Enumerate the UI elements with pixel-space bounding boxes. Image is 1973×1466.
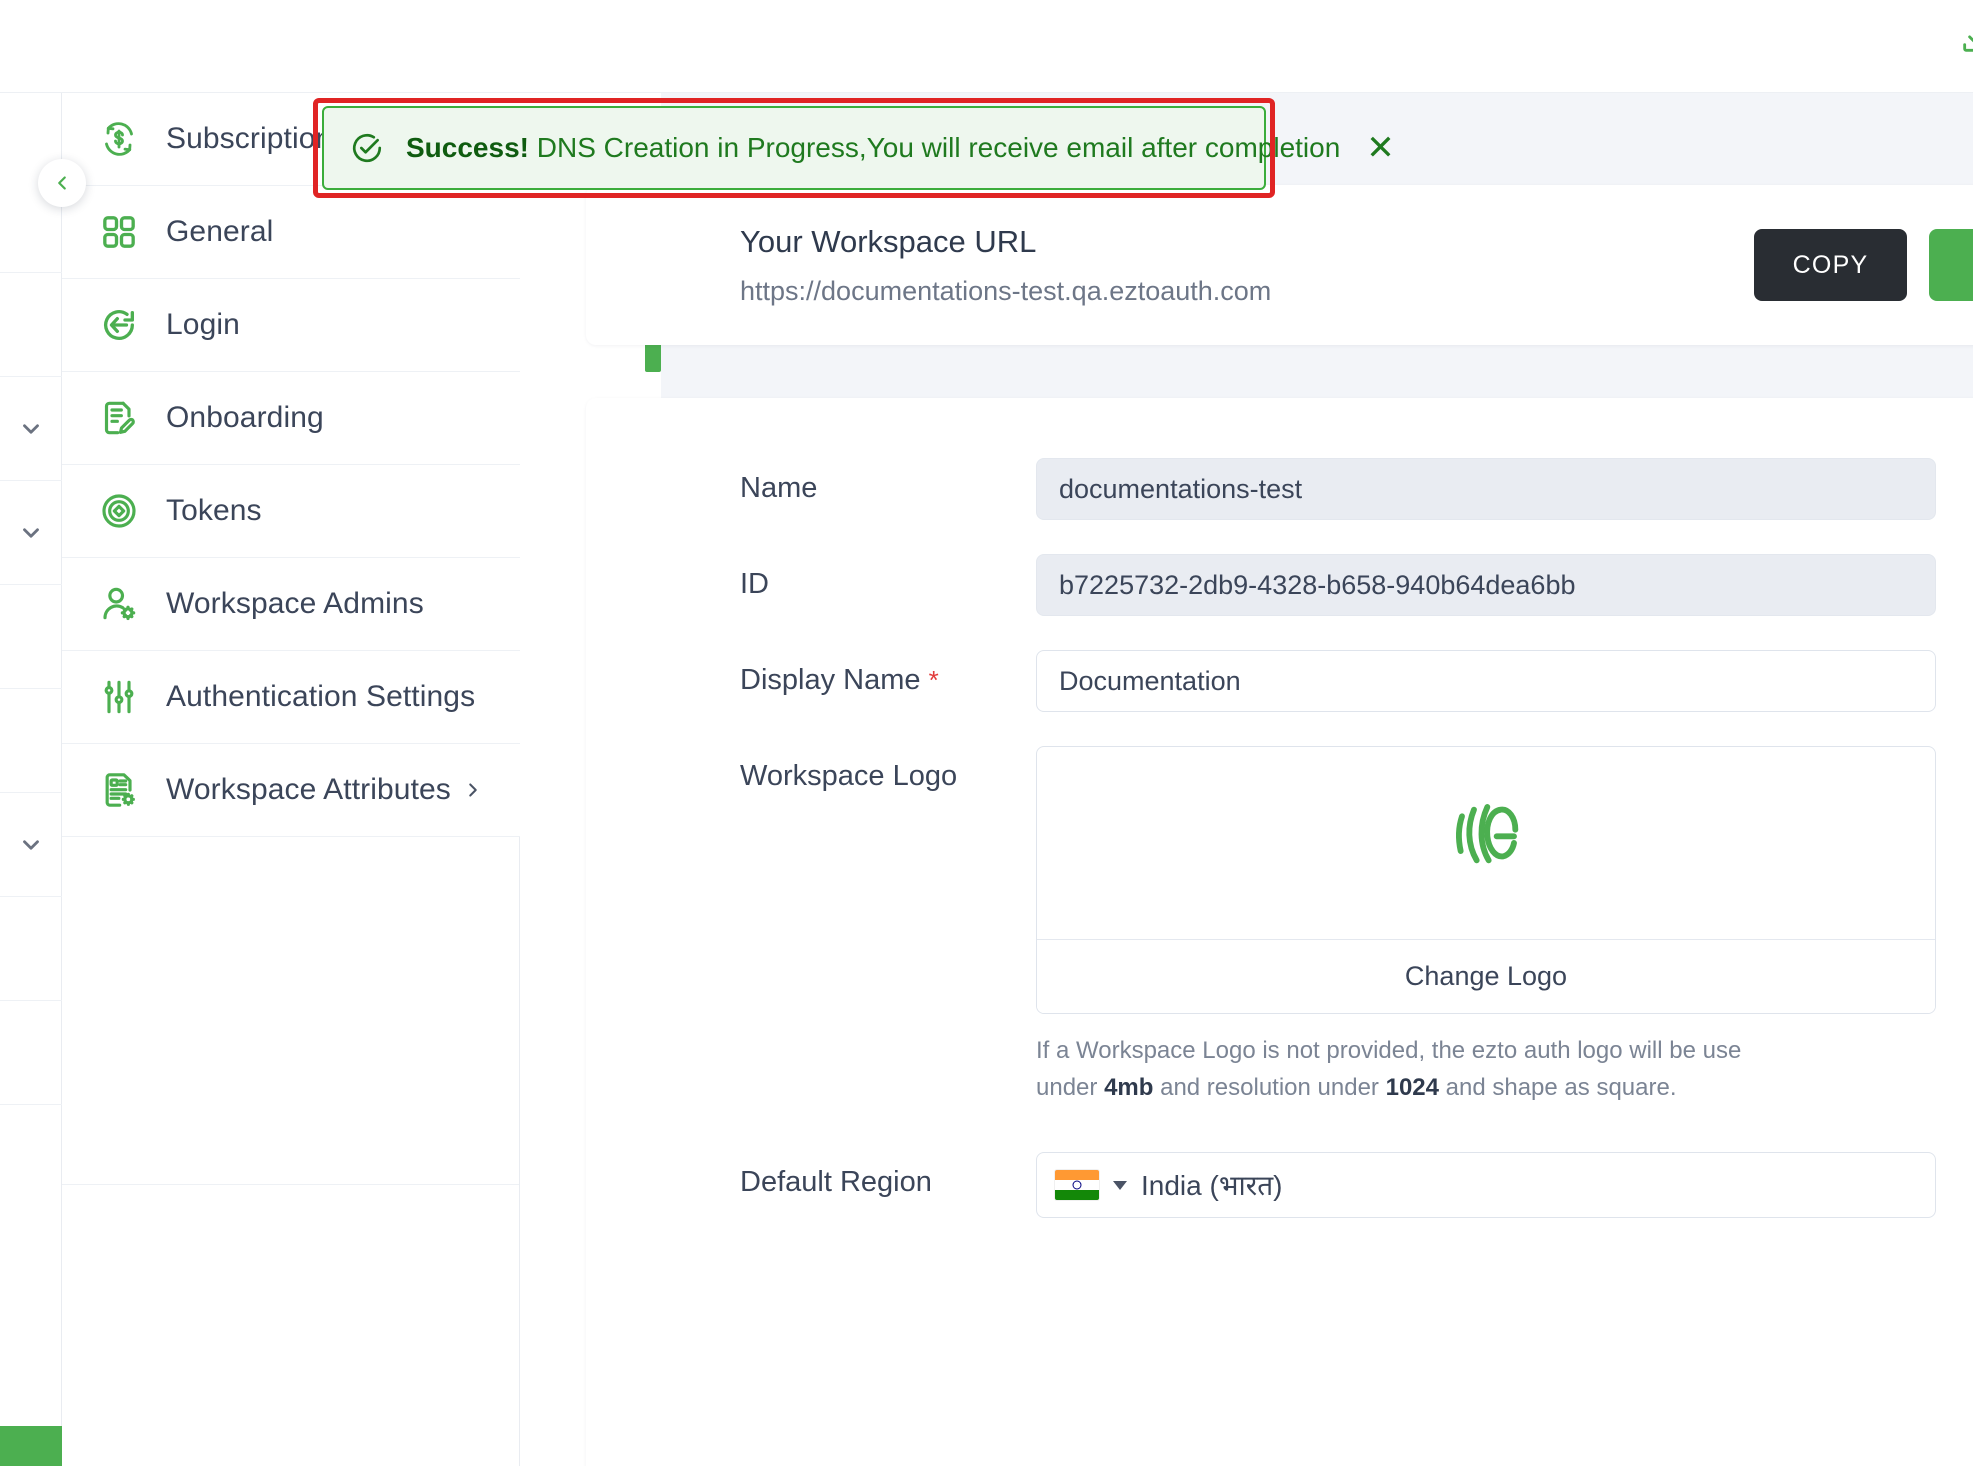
workspace-url-value: https://documentations-test.qa.eztoauth.… bbox=[740, 275, 1272, 306]
sidebar-item-tokens[interactable]: Tokens bbox=[62, 465, 520, 558]
workspace-url-card: Your Workspace URL https://documentation… bbox=[586, 185, 1973, 345]
outer-nav-row[interactable] bbox=[0, 585, 62, 689]
logo-help-resolution: 1024 bbox=[1385, 1074, 1439, 1102]
default-region-value: India (भारत) bbox=[1141, 1170, 1283, 1202]
sidebar-item-general[interactable]: General bbox=[62, 186, 520, 279]
sidebar-item-label: Workspace Admins bbox=[166, 587, 424, 620]
sidebar-item-onboarding[interactable]: Onboarding bbox=[62, 372, 520, 465]
required-asterisk: * bbox=[928, 665, 939, 695]
toast-title: Success! bbox=[406, 132, 529, 163]
chevron-down-icon bbox=[23, 839, 39, 850]
id-label: ID bbox=[740, 568, 769, 600]
id-input: b7225732-2db9-4328-b658-940b64dea6bb bbox=[1036, 554, 1936, 616]
sidebar-item-label: Tokens bbox=[166, 494, 262, 527]
sliders-icon bbox=[94, 672, 144, 722]
chevron-down-icon bbox=[23, 527, 39, 538]
sidebar-collapse-button[interactable] bbox=[38, 159, 86, 207]
name-label: Name bbox=[740, 472, 818, 504]
workspace-logo-preview bbox=[1037, 747, 1935, 939]
change-logo-button[interactable]: Change Logo bbox=[1037, 939, 1935, 1013]
subscription-dollar-icon bbox=[94, 114, 144, 164]
app-root: n Do bbox=[0, 0, 1973, 1466]
outer-nav-expander[interactable] bbox=[0, 377, 62, 481]
logo-help-line2a: under bbox=[1036, 1074, 1105, 1102]
india-flag-icon bbox=[1055, 1170, 1099, 1201]
sidebar-item-workspace-admins[interactable]: Workspace Admins bbox=[62, 558, 520, 651]
download-icon[interactable] bbox=[1959, 22, 1973, 56]
workspace-url-text-block: Your Workspace URL https://documentation… bbox=[586, 224, 1271, 307]
grid-squares-icon bbox=[94, 207, 144, 257]
logo-help-line2b: and resolution under bbox=[1153, 1074, 1386, 1102]
sidebar-item-label: Login bbox=[166, 308, 240, 341]
copy-button[interactable]: COPY bbox=[1754, 229, 1907, 301]
workspace-logo-help-text: If a Workspace Logo is not provided, the… bbox=[1036, 1032, 1973, 1106]
sidebar-item-label: Workspace Attributes bbox=[166, 773, 451, 806]
default-region-select[interactable]: India (भारत) bbox=[1036, 1152, 1936, 1219]
primary-action-button[interactable] bbox=[1929, 229, 1973, 301]
chevron-down-icon bbox=[23, 423, 39, 434]
outer-nav-row[interactable] bbox=[0, 273, 62, 377]
top-header: n Do bbox=[0, 0, 1973, 93]
toast-close-button[interactable]: ✕ bbox=[1362, 131, 1399, 165]
check-circle-icon bbox=[352, 133, 382, 163]
success-toast: Success! DNS Creation in Progress,You wi… bbox=[322, 106, 1395, 190]
sidebar-item-login[interactable]: Login bbox=[62, 279, 520, 372]
sidebar-item-label: General bbox=[166, 215, 274, 248]
toast-message: Success! DNS Creation in Progress,You wi… bbox=[406, 132, 1340, 164]
field-row-id: ID b7225732-2db9-4328-b658-940b64dea6bb bbox=[586, 554, 1973, 616]
logo-help-line2c: and shape as square. bbox=[1438, 1074, 1677, 1102]
logo-help-line1: If a Workspace Logo is not provided, the… bbox=[1036, 1037, 1742, 1064]
field-row-workspace-logo: Workspace Logo Change Logo If a Workspac… bbox=[586, 746, 1973, 1106]
ezto-auth-logo bbox=[1455, 804, 1519, 864]
default-region-label: Default Region bbox=[740, 1166, 932, 1199]
sidebar-empty-space bbox=[62, 837, 519, 1185]
field-row-default-region: Default Region India (भारत) bbox=[586, 1152, 1973, 1219]
workspace-logo-box: Change Logo bbox=[1036, 746, 1936, 1014]
user-gear-icon bbox=[94, 579, 144, 629]
sidebar-item-label: Subscription bbox=[166, 122, 333, 155]
workspace-logo-block: Change Logo If a Workspace Logo is not p… bbox=[1036, 746, 1973, 1106]
display-name-input[interactable]: Documentation bbox=[1036, 650, 1936, 712]
document-edit-icon bbox=[94, 393, 144, 443]
logo-help-size: 4mb bbox=[1104, 1074, 1154, 1102]
sidebar-item-authentication-settings[interactable]: Authentication Settings bbox=[62, 651, 520, 744]
outer-nav-row[interactable] bbox=[0, 1001, 62, 1105]
outer-nav-footer-accent bbox=[0, 1426, 62, 1466]
outer-nav-row[interactable] bbox=[0, 897, 62, 1001]
sidebar-item-label: Authentication Settings bbox=[166, 680, 476, 713]
field-row-display-name: Display Name * Documentation bbox=[586, 650, 1973, 712]
outer-nav-expander[interactable] bbox=[0, 793, 62, 897]
general-settings-form: Name documentations-test ID b7225732-2db… bbox=[586, 398, 1973, 1466]
workspace-url-actions: COPY bbox=[1754, 229, 1973, 301]
display-name-label: Display Name * bbox=[740, 650, 1036, 697]
main-content: Your Workspace URL https://documentation… bbox=[586, 93, 1973, 1466]
toast-body: DNS Creation in Progress,You will receiv… bbox=[536, 132, 1341, 163]
outer-nav-row[interactable] bbox=[0, 689, 62, 793]
display-name-label-text: Display Name bbox=[740, 664, 921, 696]
chevron-left-icon bbox=[58, 176, 66, 190]
outer-nav-expander[interactable] bbox=[0, 481, 62, 585]
sidebar-item-workspace-attributes[interactable]: Workspace Attributes bbox=[62, 744, 520, 837]
chevron-right-icon bbox=[469, 783, 477, 797]
brand-logo-fragment: n bbox=[0, 8, 10, 64]
outer-nav bbox=[0, 93, 62, 1466]
target-token-icon bbox=[94, 486, 144, 536]
workspace-logo-label: Workspace Logo bbox=[740, 760, 958, 792]
chevron-down-icon bbox=[1113, 1180, 1127, 1190]
document-gear-icon bbox=[94, 765, 144, 815]
settings-side-menu: Subscription General Login Onboarding To… bbox=[62, 93, 520, 1466]
sidebar-item-label: Onboarding bbox=[166, 401, 324, 434]
login-arrow-icon bbox=[94, 300, 144, 350]
field-row-name: Name documentations-test bbox=[586, 458, 1973, 520]
name-input: documentations-test bbox=[1036, 458, 1936, 520]
header-actions[interactable]: Do bbox=[1959, 22, 1973, 56]
workspace-url-title: Your Workspace URL bbox=[740, 223, 1037, 259]
